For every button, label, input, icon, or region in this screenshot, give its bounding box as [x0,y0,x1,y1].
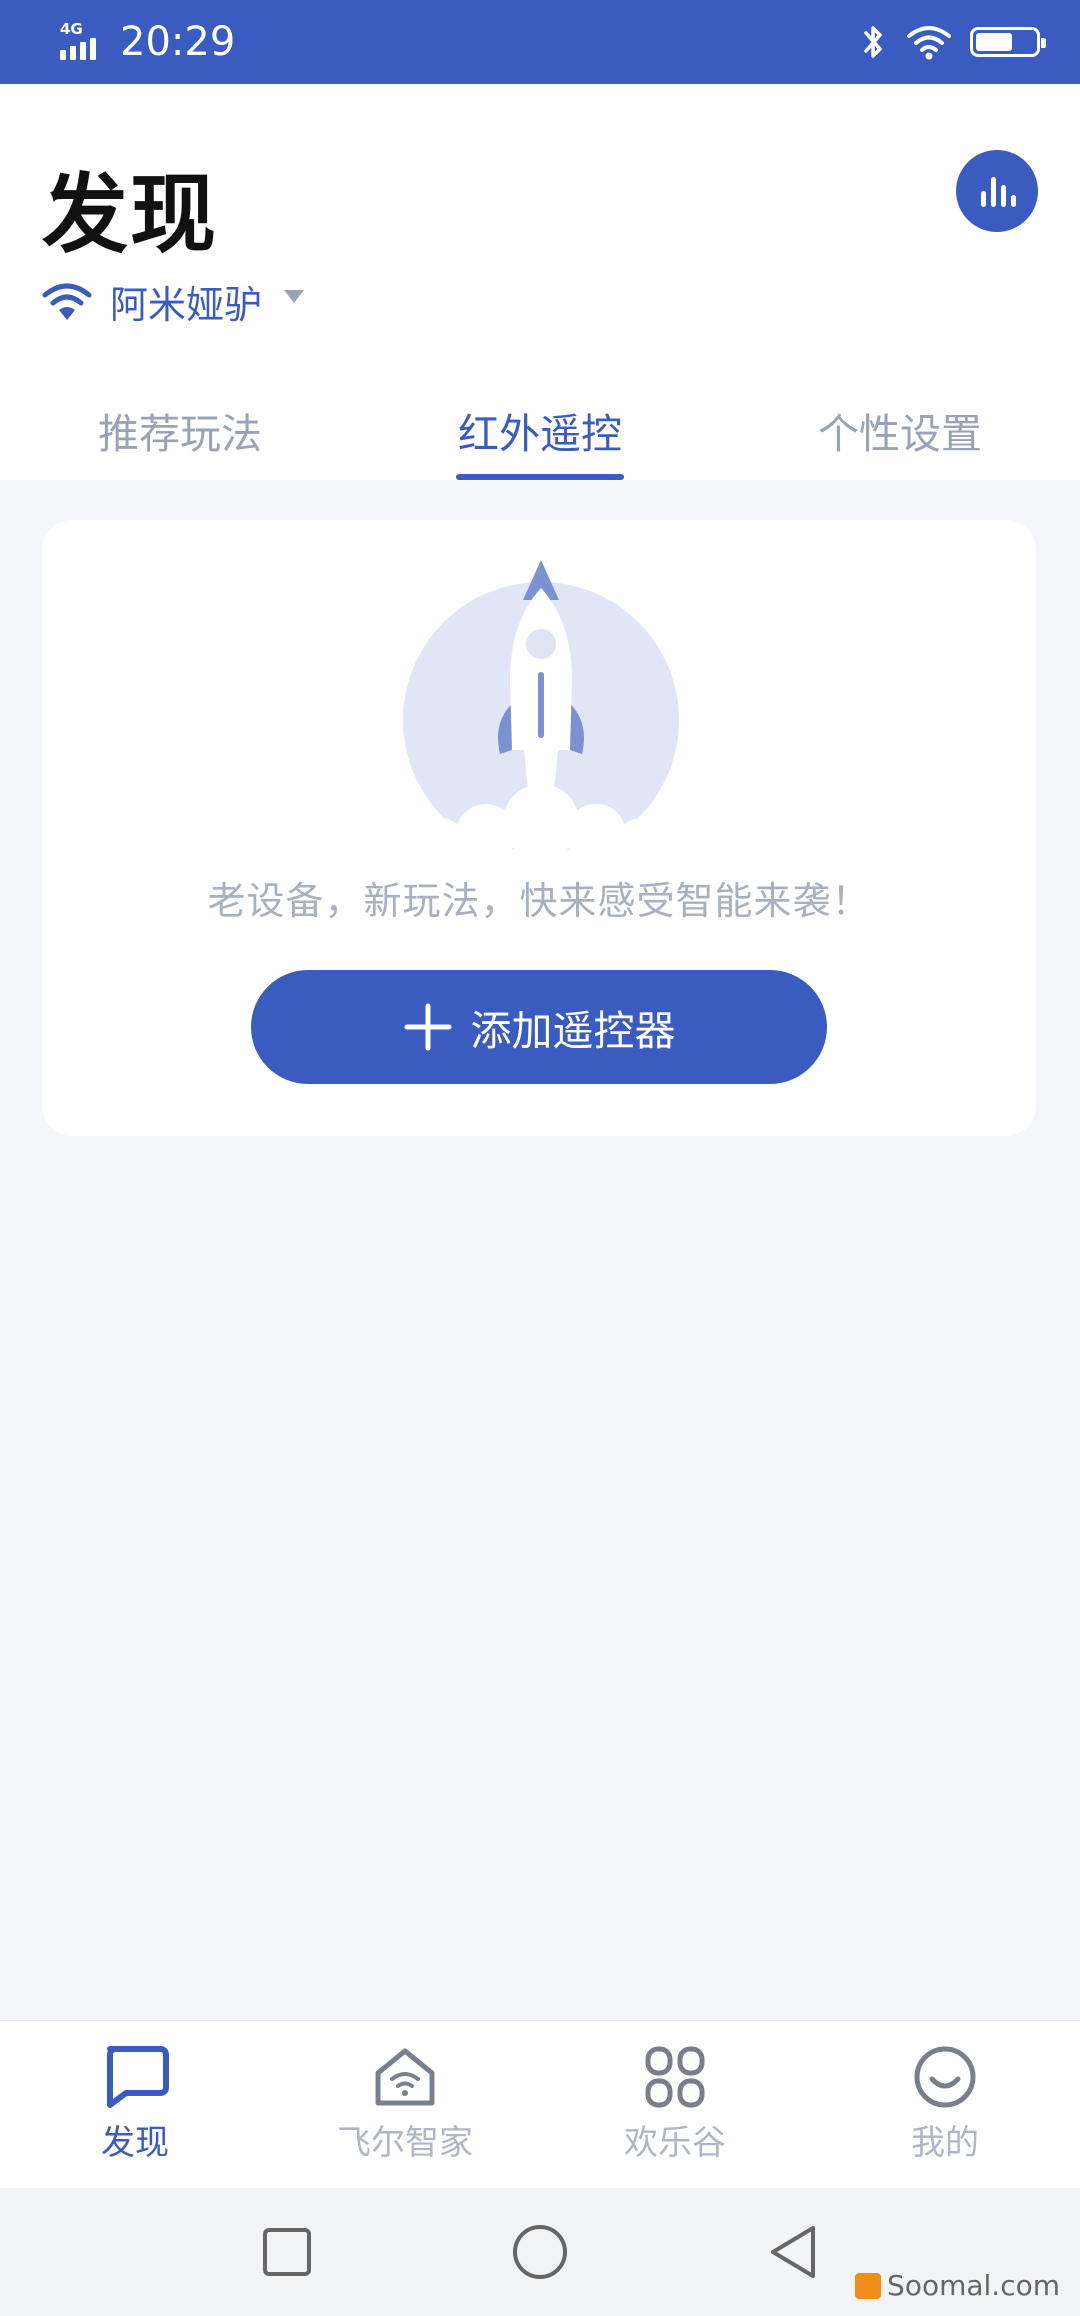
cellular-signal-icon: 4G [60,20,106,62]
nav-label-smart-home: 飞尔智家 [337,2123,473,2163]
empty-state-card: 老设备，新玩法，快来感受智能来袭！ 添加遥控器 [42,520,1036,1136]
nav-label-discover: 发现 [101,2123,169,2163]
tab-recommended[interactable]: 推荐玩法 [0,384,360,480]
status-bar: 4G 20:29 [0,0,1080,84]
nav-smart-home[interactable]: 飞尔智家 [270,2021,540,2188]
bottom-navigation: 发现 飞尔智家 欢乐谷 我的 [0,2020,1080,2188]
empty-state-message: 老设备，新玩法，快来感受智能来袭！ [207,879,871,923]
wifi-icon [907,26,951,60]
tab-infrared-remote[interactable]: 红外遥控 [360,384,720,480]
rocket-icon [403,560,679,850]
watermark-text: Soomal.com [887,2269,1060,2302]
recents-square-icon[interactable] [262,2227,312,2277]
nav-label-mine: 我的 [911,2123,979,2163]
discover-header: 发现 阿米娅驴 推荐玩法 红外遥控 个性设置 [0,84,1080,480]
home-circle-icon[interactable] [512,2224,568,2280]
nav-happy-valley[interactable]: 欢乐谷 [540,2021,810,2188]
smiley-icon [914,2046,976,2108]
network-type-label: 4G [60,20,83,38]
grid-icon [645,2046,705,2108]
tab-bar: 推荐玩法 红外遥控 个性设置 [0,384,1080,480]
status-time: 20:29 [120,19,236,65]
watermark: Soomal.com [855,2269,1060,2302]
network-name: 阿米娅驴 [110,283,263,327]
plus-icon [404,1003,451,1051]
nav-mine[interactable]: 我的 [810,2021,1080,2188]
page-title: 发现 [42,165,218,265]
nav-discover[interactable]: 发现 [0,2021,270,2188]
add-remote-button[interactable]: 添加遥控器 [251,970,827,1084]
battery-icon [970,27,1046,57]
soomal-logo-icon [855,2272,882,2299]
add-remote-label: 添加遥控器 [470,1007,676,1055]
dropdown-caret-icon [284,290,305,303]
chat-bubble-icon [107,2046,169,2108]
stats-button[interactable] [956,150,1038,232]
bluetooth-icon [864,26,882,58]
back-triangle-icon[interactable] [768,2224,818,2280]
bar-chart-icon [981,177,1016,207]
system-navigation-bar: Soomal.com [0,2188,1080,2316]
wifi-icon [42,283,92,320]
tab-personal-settings[interactable]: 个性设置 [720,384,1080,480]
home-wifi-icon [375,2048,435,2106]
nav-label-happy-valley: 欢乐谷 [624,2123,726,2163]
network-selector[interactable]: 阿米娅驴 [42,274,305,329]
